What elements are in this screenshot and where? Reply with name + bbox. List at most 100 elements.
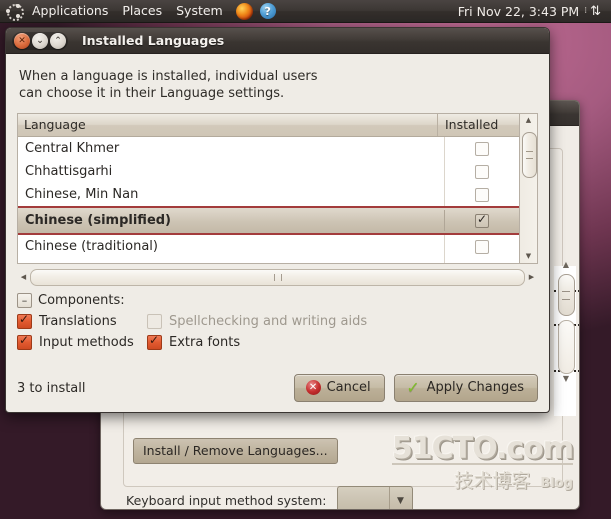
scrollbar-grip (526, 151, 533, 159)
background-scrollbar[interactable]: ▲ ▼ (553, 260, 579, 425)
footer-buttons: ✕ Cancel ✓ Apply Changes (293, 374, 538, 402)
language-list[interactable]: Language Installed Central Khmer Chhatti… (17, 113, 520, 264)
scrollbar-grip (562, 291, 570, 300)
keyboard-input-method-value (338, 487, 389, 509)
gnome-top-panel[interactable]: Applications Places System ? Fri Nov 22,… (0, 0, 611, 23)
install-remove-languages-button[interactable]: Install / Remove Languages... (133, 438, 338, 464)
dialog-body: When a language is installed, individual… (6, 54, 549, 374)
screen: ▲ ▼ Install / Remove Languages... Keyboa… (0, 0, 611, 519)
language-list-vertical-scrollbar[interactable]: ▲ ▼ (520, 113, 538, 264)
scrollbar-thumb[interactable] (557, 274, 575, 316)
firefox-icon[interactable] (235, 2, 253, 20)
scrollbar-thumb-secondary[interactable] (557, 320, 575, 374)
minimize-icon[interactable]: ⌄ (32, 32, 48, 49)
logo-dot (6, 9, 10, 13)
table-row[interactable]: Chinese, Min Nan (18, 183, 519, 206)
language-name: Central Khmer (25, 141, 120, 156)
spellchecking-label: Spellchecking and writing aids (169, 314, 368, 329)
table-row[interactable]: Chinese (traditional) (18, 235, 519, 258)
logo-dot (16, 4, 20, 8)
apply-changes-button-label: Apply Changes (426, 380, 524, 395)
installed-cell (444, 258, 519, 263)
apply-changes-button[interactable]: ✓ Apply Changes (393, 374, 538, 402)
keyboard-input-method-label: Keyboard input method system: (126, 493, 327, 508)
dialog-title: Installed Languages (82, 33, 225, 48)
language-list-header: Language Installed (18, 114, 519, 137)
cancel-icon: ✕ (305, 380, 321, 395)
installed-cell[interactable] (444, 160, 519, 183)
hscrollbar-grip (273, 274, 282, 281)
chevron-down-icon[interactable]: ▼ (388, 487, 412, 509)
panel-status-area: Fri Nov 22, 3:43 PM ⁞ ⇅ (458, 4, 611, 19)
scrollbar-thumb[interactable] (522, 132, 537, 178)
installed-checkbox[interactable] (475, 187, 489, 202)
dialog-titlebar[interactable]: ✕ ⌄ ⌃ Installed Languages (6, 28, 549, 54)
table-row[interactable]: Chhattisgarhi (18, 160, 519, 183)
spellchecking-checkbox (147, 314, 162, 329)
hscrollbar-thumb[interactable] (30, 269, 525, 286)
input-methods-checkbox[interactable] (17, 333, 32, 350)
language-list-wrapper: Language Installed Central Khmer Chhatti… (17, 113, 538, 264)
language-name: Chinese, Min Nan (25, 187, 139, 202)
scroll-up-icon[interactable]: ▲ (526, 114, 531, 127)
dialog-footer: 3 to install ✕ Cancel ✓ Apply Changes (6, 374, 549, 412)
installed-cell[interactable] (444, 137, 519, 160)
component-extra-fonts[interactable]: Extra fonts (147, 333, 241, 350)
scroll-left-icon[interactable]: ◀ (17, 273, 30, 281)
language-name: Chinese (simplified) (25, 213, 172, 228)
component-translations[interactable]: Translations (17, 312, 147, 329)
scroll-up-icon[interactable]: ▲ (563, 260, 569, 270)
component-input-methods[interactable]: Input methods (17, 333, 147, 350)
menu-applications[interactable]: Applications (25, 2, 115, 21)
expander-collapse-icon[interactable]: – (17, 293, 32, 308)
installed-checkbox[interactable] (475, 141, 489, 156)
language-name: Chhattisgarhi (25, 164, 113, 179)
installed-languages-dialog[interactable]: ✕ ⌄ ⌃ Installed Languages When a languag… (5, 27, 550, 413)
column-header-installed[interactable]: Installed (437, 114, 519, 136)
close-icon[interactable]: ✕ (14, 32, 30, 49)
scroll-down-icon[interactable]: ▼ (563, 374, 569, 384)
menu-places[interactable]: Places (115, 2, 169, 21)
components-header[interactable]: – Components: (17, 293, 538, 308)
translations-checkbox[interactable] (17, 312, 32, 329)
dialog-description: When a language is installed, individual… (19, 69, 318, 101)
keyboard-input-method-select[interactable]: ▼ (336, 486, 413, 509)
table-row[interactable]: Central Khmer (18, 137, 519, 160)
language-list-horizontal-scrollbar[interactable]: ◀ ▶ (17, 268, 538, 286)
keyboard-input-method-row: Keyboard input method system: ▼ (126, 486, 413, 509)
clock[interactable]: Fri Nov 22, 3:43 PM (458, 4, 584, 19)
cancel-button-label: Cancel (326, 380, 371, 395)
network-updown-icon[interactable]: ⇅ (590, 5, 607, 18)
installed-cell[interactable] (444, 210, 519, 231)
components-row-2: Input methods Extra fonts (17, 332, 538, 353)
scrollbar-trough[interactable] (522, 128, 537, 249)
status-text: 3 to install (17, 380, 86, 396)
components-section: – Components: Translations Spellchecking… (17, 293, 538, 353)
scroll-right-icon[interactable]: ▶ (525, 273, 538, 281)
cancel-button[interactable]: ✕ Cancel (293, 374, 385, 402)
installed-checkbox[interactable] (475, 239, 489, 254)
translations-label: Translations (39, 314, 117, 329)
extra-fonts-label: Extra fonts (169, 335, 241, 350)
components-row-1: Translations Spellchecking and writing a… (17, 311, 538, 332)
language-name: Chinese (traditional) (25, 239, 158, 254)
ubuntu-logo-icon (5, 2, 24, 21)
installed-cell[interactable] (444, 235, 519, 258)
installed-checkbox[interactable] (475, 212, 489, 228)
check-icon: ✓ (406, 378, 420, 397)
input-methods-label: Input methods (39, 335, 134, 350)
menu-system[interactable]: System (169, 2, 230, 21)
help-icon[interactable]: ? (259, 3, 276, 19)
table-row-partial[interactable] (18, 258, 519, 263)
installed-cell[interactable] (444, 183, 519, 206)
extra-fonts-checkbox[interactable] (147, 333, 162, 350)
components-label: Components: (38, 293, 125, 308)
installed-checkbox[interactable] (475, 164, 489, 179)
table-row-selected[interactable]: Chinese (simplified) (18, 206, 519, 235)
maximize-icon[interactable]: ⌃ (50, 32, 66, 49)
component-spellchecking: Spellchecking and writing aids (147, 314, 367, 329)
hscrollbar-trough[interactable] (30, 269, 525, 286)
scroll-down-icon[interactable]: ▼ (526, 250, 531, 263)
logo-dot (16, 14, 20, 18)
column-header-language[interactable]: Language (18, 114, 437, 136)
